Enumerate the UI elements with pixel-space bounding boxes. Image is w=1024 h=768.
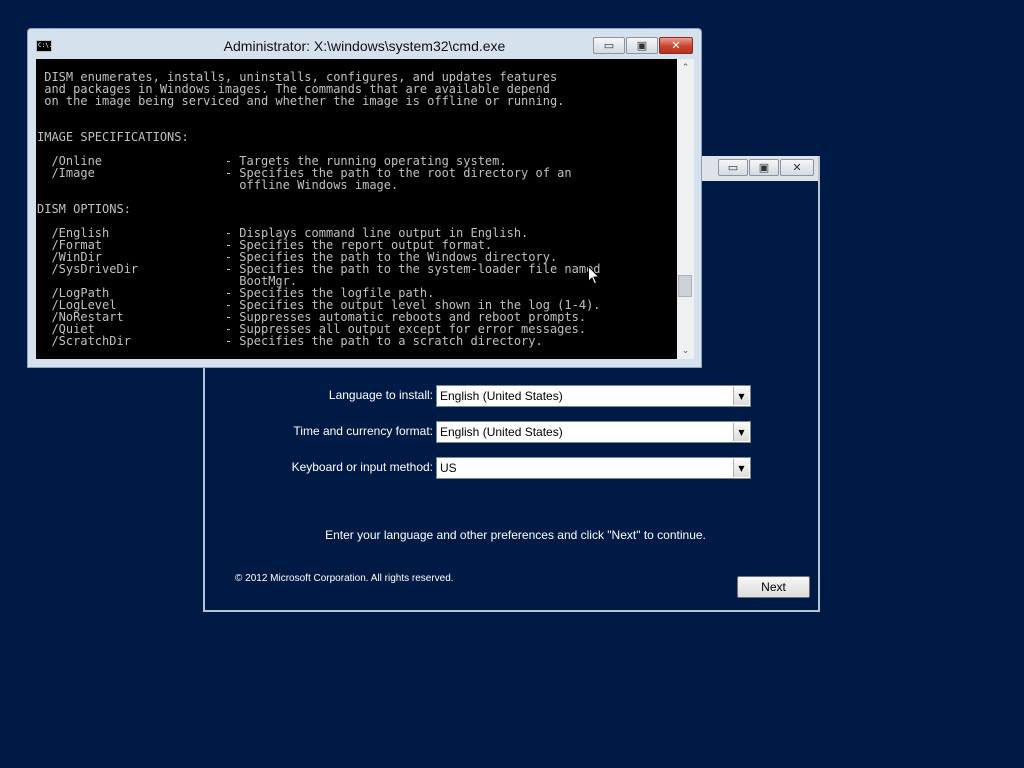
language-row: Language to install: English (United Sta… xyxy=(205,385,818,407)
scroll-down-button[interactable]: ⌄ xyxy=(677,342,694,359)
dropdown-arrow-icon[interactable]: ▼ xyxy=(733,459,749,477)
chevron-up-icon: ⌃ xyxy=(681,62,690,73)
time-currency-value: English (United States) xyxy=(440,425,563,439)
cmd-minimize-button[interactable]: ▭ xyxy=(593,37,625,54)
language-select[interactable]: English (United States) ▼ xyxy=(436,385,751,407)
setup-maximize-button[interactable]: ▣ xyxy=(749,159,779,176)
setup-window-controls: ▭ ▣ ✕ xyxy=(718,159,814,176)
maximize-icon: ▣ xyxy=(758,161,770,174)
next-button[interactable]: Next xyxy=(737,576,810,598)
cmd-window: C:\. Administrator: X:\windows\system32\… xyxy=(27,28,702,368)
copyright-text: © 2012 Microsoft Corporation. All rights… xyxy=(235,573,454,584)
mouse-cursor-icon xyxy=(588,266,600,285)
time-currency-label: Time and currency format: xyxy=(293,424,433,438)
close-icon: ✕ xyxy=(792,161,802,174)
language-label: Language to install: xyxy=(328,388,433,402)
console-area[interactable]: DISM enumerates, installs, uninstalls, c… xyxy=(36,59,677,359)
minimize-icon: ▭ xyxy=(727,161,739,174)
cmd-maximize-button[interactable]: ▣ xyxy=(626,37,658,54)
keyboard-row: Keyboard or input method: US ▼ xyxy=(205,457,818,479)
dropdown-arrow-icon[interactable]: ▼ xyxy=(733,423,749,441)
keyboard-value: US xyxy=(440,461,457,475)
keyboard-select[interactable]: US ▼ xyxy=(436,457,751,479)
setup-close-button[interactable]: ✕ xyxy=(780,159,814,176)
keyboard-label: Keyboard or input method: xyxy=(291,460,433,474)
scroll-up-button[interactable]: ⌃ xyxy=(677,59,694,76)
scrollbar-thumb[interactable] xyxy=(678,275,692,297)
time-currency-row: Time and currency format: English (Unite… xyxy=(205,421,818,443)
close-icon: ✕ xyxy=(671,39,681,52)
setup-instruction: Enter your language and other preference… xyxy=(325,528,706,542)
language-value: English (United States) xyxy=(440,389,563,403)
minimize-icon: ▭ xyxy=(603,39,615,52)
chevron-down-icon: ⌄ xyxy=(681,345,690,356)
setup-minimize-button[interactable]: ▭ xyxy=(718,159,748,176)
console-output: DISM enumerates, installs, uninstalls, c… xyxy=(37,70,601,348)
console-scrollbar[interactable]: ⌃ ⌄ xyxy=(677,59,694,359)
maximize-icon: ▣ xyxy=(636,39,648,52)
cmd-close-button[interactable]: ✕ xyxy=(659,37,693,54)
cmd-window-controls: ▭ ▣ ✕ xyxy=(593,37,693,54)
time-currency-select[interactable]: English (United States) ▼ xyxy=(436,421,751,443)
dropdown-arrow-icon[interactable]: ▼ xyxy=(733,387,749,405)
